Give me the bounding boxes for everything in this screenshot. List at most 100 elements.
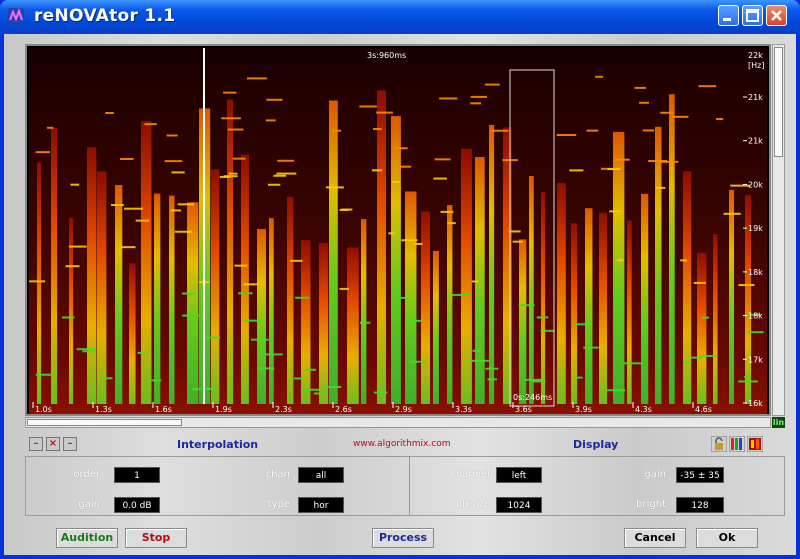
close-icon bbox=[771, 10, 782, 21]
harmonic-streak bbox=[177, 203, 195, 206]
display-gain-field[interactable]: -35 ± 35 bbox=[676, 467, 724, 483]
settings-panel: order 1 gain 0.0 dB chan all type hor ch… bbox=[25, 456, 785, 516]
harmonic-streak bbox=[121, 246, 136, 249]
spectral-column bbox=[729, 189, 735, 404]
close-button[interactable] bbox=[766, 5, 787, 26]
order-field[interactable]: 1 bbox=[114, 467, 160, 483]
app-icon bbox=[8, 8, 24, 24]
zoom-out-button[interactable]: – bbox=[29, 437, 43, 451]
minimize-button[interactable] bbox=[718, 5, 739, 26]
harmonic-streak bbox=[606, 389, 626, 392]
horizontal-scroll-thumb[interactable] bbox=[27, 419, 182, 426]
scale-mode-toggle[interactable]: lin bbox=[772, 417, 785, 428]
spectral-column bbox=[697, 252, 707, 404]
harmonic-streak bbox=[607, 168, 621, 171]
harmonic-streak bbox=[228, 128, 244, 131]
harmonic-streak bbox=[277, 159, 295, 162]
process-button[interactable]: Process bbox=[372, 528, 434, 548]
spectral-column bbox=[211, 169, 220, 404]
freq-unit-label: 22k bbox=[748, 51, 763, 60]
y-tick-label: 16k bbox=[748, 399, 763, 408]
bright-field[interactable]: 128 bbox=[676, 497, 724, 513]
spectral-column bbox=[347, 247, 359, 404]
harmonic-streak bbox=[660, 111, 674, 114]
y-tick-label: 20k bbox=[748, 180, 763, 189]
harmonic-streak bbox=[471, 280, 479, 283]
harmonic-streak bbox=[556, 134, 577, 137]
vertical-scroll-thumb[interactable] bbox=[774, 47, 783, 157]
harmonic-streak bbox=[397, 296, 407, 299]
ok-button[interactable]: Ok bbox=[696, 528, 758, 548]
harmonic-streak bbox=[536, 316, 549, 319]
harmonic-streak bbox=[671, 115, 689, 118]
reset-button[interactable]: × bbox=[46, 437, 60, 451]
spectral-column bbox=[361, 219, 367, 404]
spectral-column bbox=[154, 193, 161, 404]
harmonic-streak bbox=[395, 147, 408, 150]
type-field[interactable]: hor bbox=[298, 497, 344, 513]
harmonic-streak bbox=[373, 128, 382, 131]
spectrogram[interactable]: 3s:960ms 0s:246ms 1.0s 1.3s 1.6s 1.9s 2.3s 2.… bbox=[29, 48, 767, 414]
audition-button[interactable]: Audition bbox=[56, 528, 118, 548]
harmonic-streak bbox=[512, 240, 523, 243]
horizontal-scrollbar[interactable] bbox=[25, 417, 771, 428]
harmonic-streak bbox=[388, 232, 395, 235]
harmonic-streak bbox=[322, 385, 342, 388]
maximize-icon bbox=[746, 9, 759, 22]
harmonic-streak bbox=[639, 101, 649, 104]
cancel-button[interactable]: Cancel bbox=[624, 528, 686, 548]
stop-button[interactable]: Stop bbox=[125, 528, 187, 548]
title-bar[interactable]: reNOVAtor 1.1 bbox=[0, 0, 800, 34]
x-tick-label: 2.6s bbox=[335, 405, 352, 414]
blksize-field[interactable]: 1024 bbox=[496, 497, 542, 513]
harmonic-streak bbox=[250, 338, 269, 341]
y-tick-label: 17k bbox=[748, 355, 763, 364]
harmonic-streak bbox=[219, 175, 231, 178]
harmonic-streak bbox=[469, 359, 490, 362]
chan-field[interactable]: all bbox=[298, 467, 344, 483]
lock-icon[interactable] bbox=[711, 436, 727, 452]
harmonic-streak bbox=[65, 265, 80, 268]
spectral-column bbox=[87, 147, 97, 404]
color-map-icon[interactable] bbox=[747, 436, 763, 452]
y-tick-label: 19k bbox=[748, 224, 763, 233]
harmonic-streak bbox=[451, 293, 470, 296]
x-tick-label: 2.3s bbox=[275, 405, 292, 414]
spectral-column bbox=[241, 154, 249, 404]
harmonic-streak bbox=[290, 259, 303, 262]
harmonic-streak bbox=[228, 172, 238, 175]
spectral-column bbox=[377, 90, 386, 404]
harmonic-streak bbox=[409, 360, 426, 363]
harmonic-streak bbox=[325, 186, 344, 189]
spectral-column bbox=[169, 195, 175, 404]
spectral-column bbox=[669, 94, 675, 404]
spectral-column bbox=[129, 263, 136, 404]
harmonic-streak bbox=[110, 204, 124, 207]
harmonic-streak bbox=[634, 86, 647, 89]
spectral-column bbox=[557, 182, 566, 404]
controls-bar: – × – Interpolation www.algorithmix.com … bbox=[25, 436, 785, 454]
spectral-column bbox=[627, 220, 632, 404]
spectral-column bbox=[391, 116, 401, 404]
x-tick-label: 3.6s bbox=[515, 405, 532, 414]
vertical-scrollbar[interactable] bbox=[772, 44, 785, 416]
zoom-in-button[interactable]: – bbox=[63, 437, 77, 451]
spectral-column bbox=[433, 250, 439, 404]
spectral-column bbox=[585, 208, 593, 404]
website-link[interactable]: www.algorithmix.com bbox=[353, 439, 450, 449]
harmonic-streak bbox=[105, 377, 113, 380]
channel-field[interactable]: left bbox=[496, 467, 542, 483]
harmonic-streak bbox=[491, 129, 509, 132]
y-tick-label: 21k bbox=[748, 137, 763, 146]
palette-icon[interactable] bbox=[729, 436, 745, 452]
harmonic-streak bbox=[192, 388, 201, 391]
spectral-column bbox=[613, 131, 625, 404]
harmonic-streak bbox=[76, 348, 96, 351]
interp-gain-field[interactable]: 0.0 dB bbox=[114, 497, 160, 513]
spectral-column bbox=[447, 205, 453, 404]
harmonic-streak bbox=[267, 183, 281, 186]
harmonic-streak bbox=[144, 123, 157, 126]
display-gain-label: gain bbox=[644, 469, 666, 480]
maximize-button[interactable] bbox=[742, 5, 763, 26]
spectral-column bbox=[37, 162, 42, 404]
